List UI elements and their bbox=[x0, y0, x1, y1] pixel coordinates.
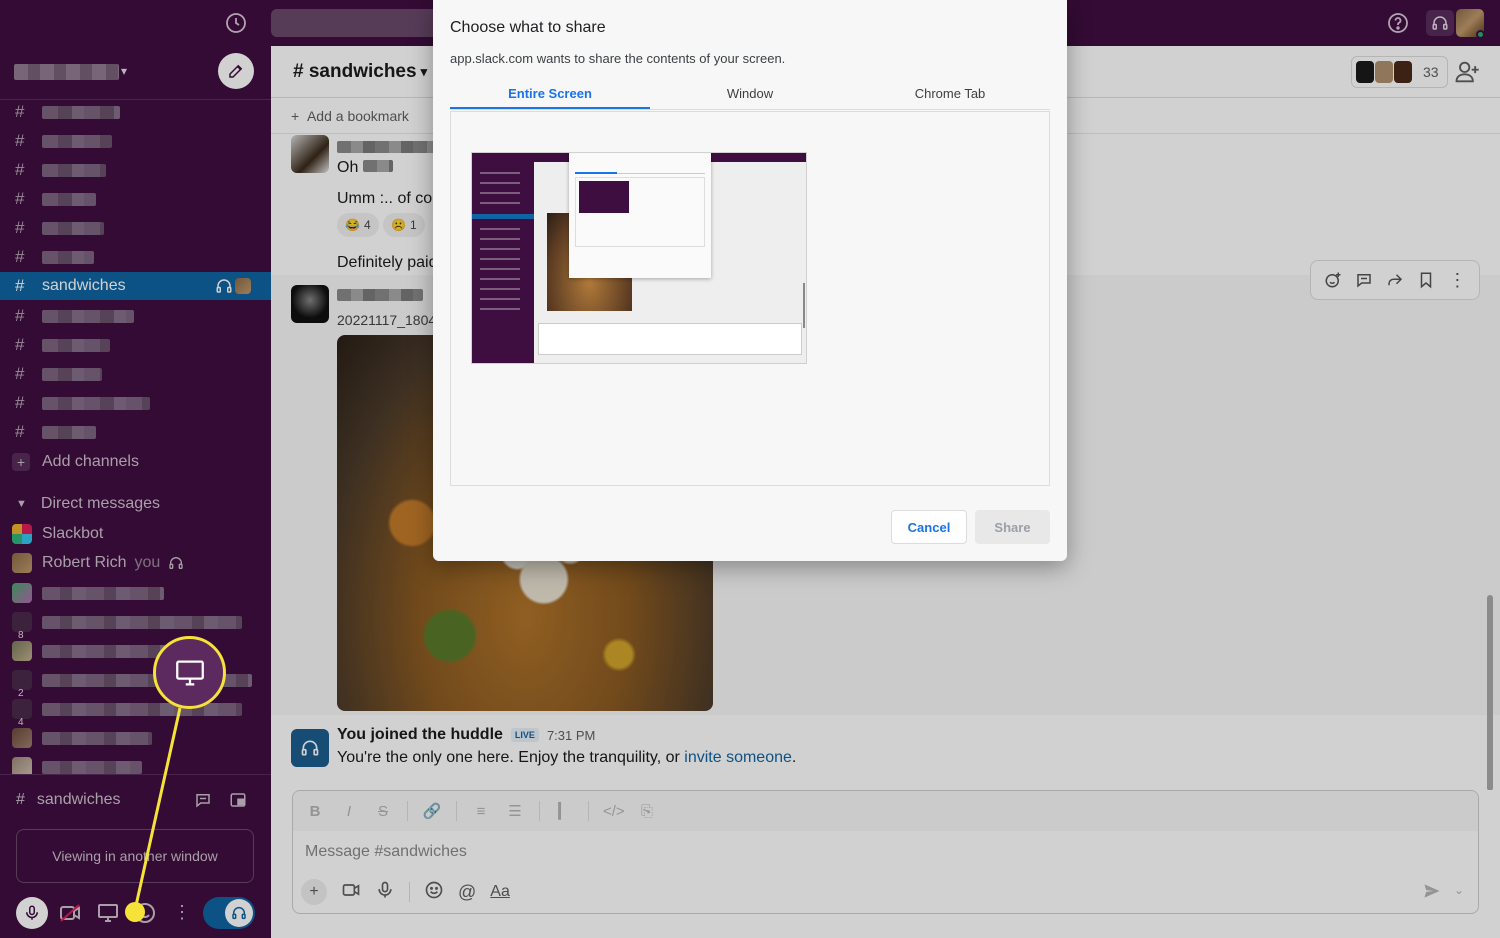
thumb-line bbox=[480, 228, 520, 230]
thumb-line bbox=[480, 268, 520, 270]
thumb-line bbox=[480, 288, 520, 290]
thumb-line bbox=[480, 172, 520, 174]
share-button[interactable]: Share bbox=[975, 510, 1050, 544]
callout-dot bbox=[125, 902, 145, 922]
tab-entire-screen[interactable]: Entire Screen bbox=[450, 78, 650, 109]
tab-window[interactable]: Window bbox=[650, 78, 850, 109]
dialog-subtitle: app.slack.com wants to share the content… bbox=[450, 51, 786, 66]
thumb-mini bbox=[579, 181, 629, 213]
screen-share-icon bbox=[175, 660, 204, 685]
thumb-active bbox=[472, 214, 534, 219]
thumb-active-tab bbox=[575, 172, 617, 174]
thumb-sidebar bbox=[472, 162, 534, 363]
cancel-button[interactable]: Cancel bbox=[891, 510, 967, 544]
thumb-line bbox=[480, 192, 520, 194]
share-screen-dialog: Choose what to share app.slack.com wants… bbox=[433, 0, 1067, 561]
thumb-line bbox=[480, 202, 520, 204]
thumb-line bbox=[480, 182, 520, 184]
thumb-line bbox=[480, 258, 520, 260]
thumb-scrollbar bbox=[803, 283, 805, 328]
thumb-line bbox=[480, 308, 520, 310]
share-tabs: Entire Screen Window Chrome Tab bbox=[450, 78, 1050, 110]
thumb-composer bbox=[538, 323, 802, 355]
screen-preview-area bbox=[450, 111, 1050, 486]
dialog-title: Choose what to share bbox=[450, 19, 606, 36]
thumb-line bbox=[480, 278, 520, 280]
thumb-line bbox=[480, 298, 520, 300]
thumb-line bbox=[480, 248, 520, 250]
thumb-line bbox=[480, 238, 520, 240]
screen-thumbnail[interactable] bbox=[472, 153, 806, 363]
thumb-dialog bbox=[569, 153, 711, 278]
screen-share-callout bbox=[153, 636, 226, 709]
tab-chrome-tab[interactable]: Chrome Tab bbox=[850, 78, 1050, 109]
